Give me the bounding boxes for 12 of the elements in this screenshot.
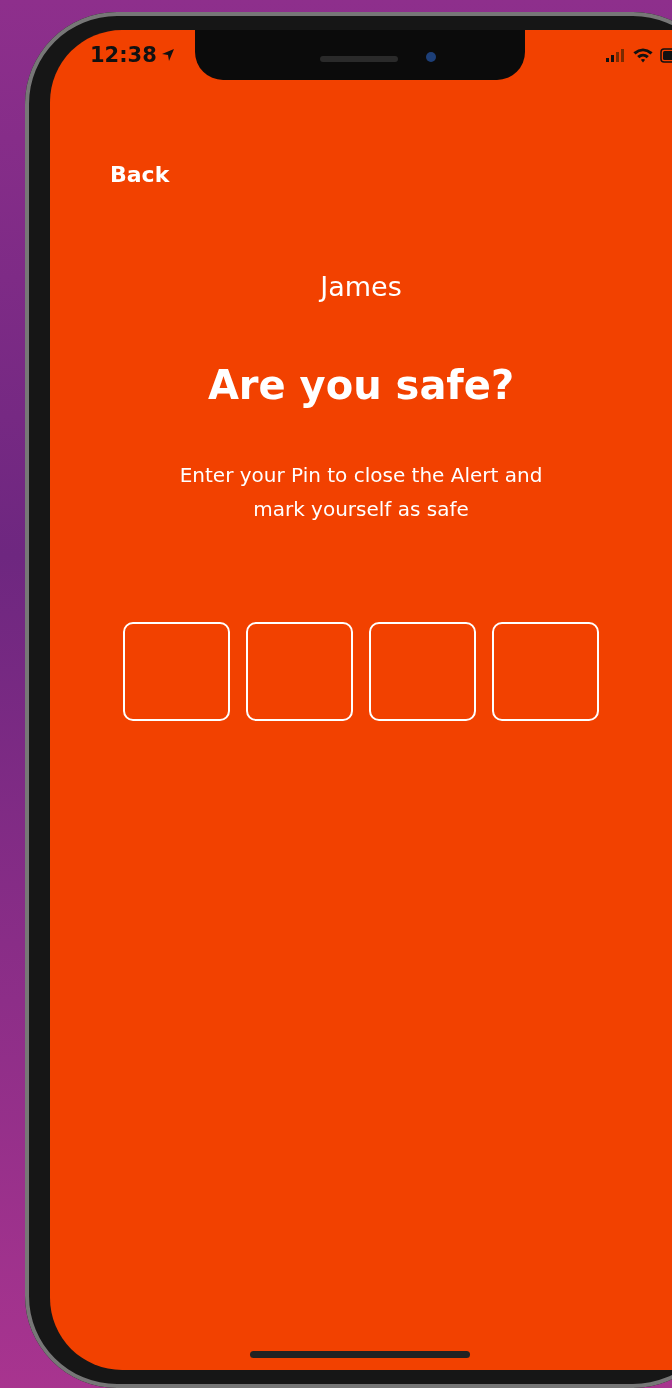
wifi-icon (632, 47, 654, 63)
pin-input-field[interactable] (123, 622, 230, 721)
pin-input-field[interactable] (492, 622, 599, 721)
back-link[interactable]: Back (110, 162, 170, 187)
instruction-text: Enter your Pin to close the Alert and mark yourself as safe (178, 462, 544, 523)
pin-input-field[interactable] (246, 622, 353, 721)
status-time: 12:38 (90, 43, 157, 67)
pin-input-field[interactable] (369, 622, 476, 721)
user-name: James (320, 271, 402, 302)
signal-icon (606, 48, 626, 62)
location-arrow-icon (160, 48, 175, 62)
screen-title: Are you safe? (207, 362, 515, 408)
